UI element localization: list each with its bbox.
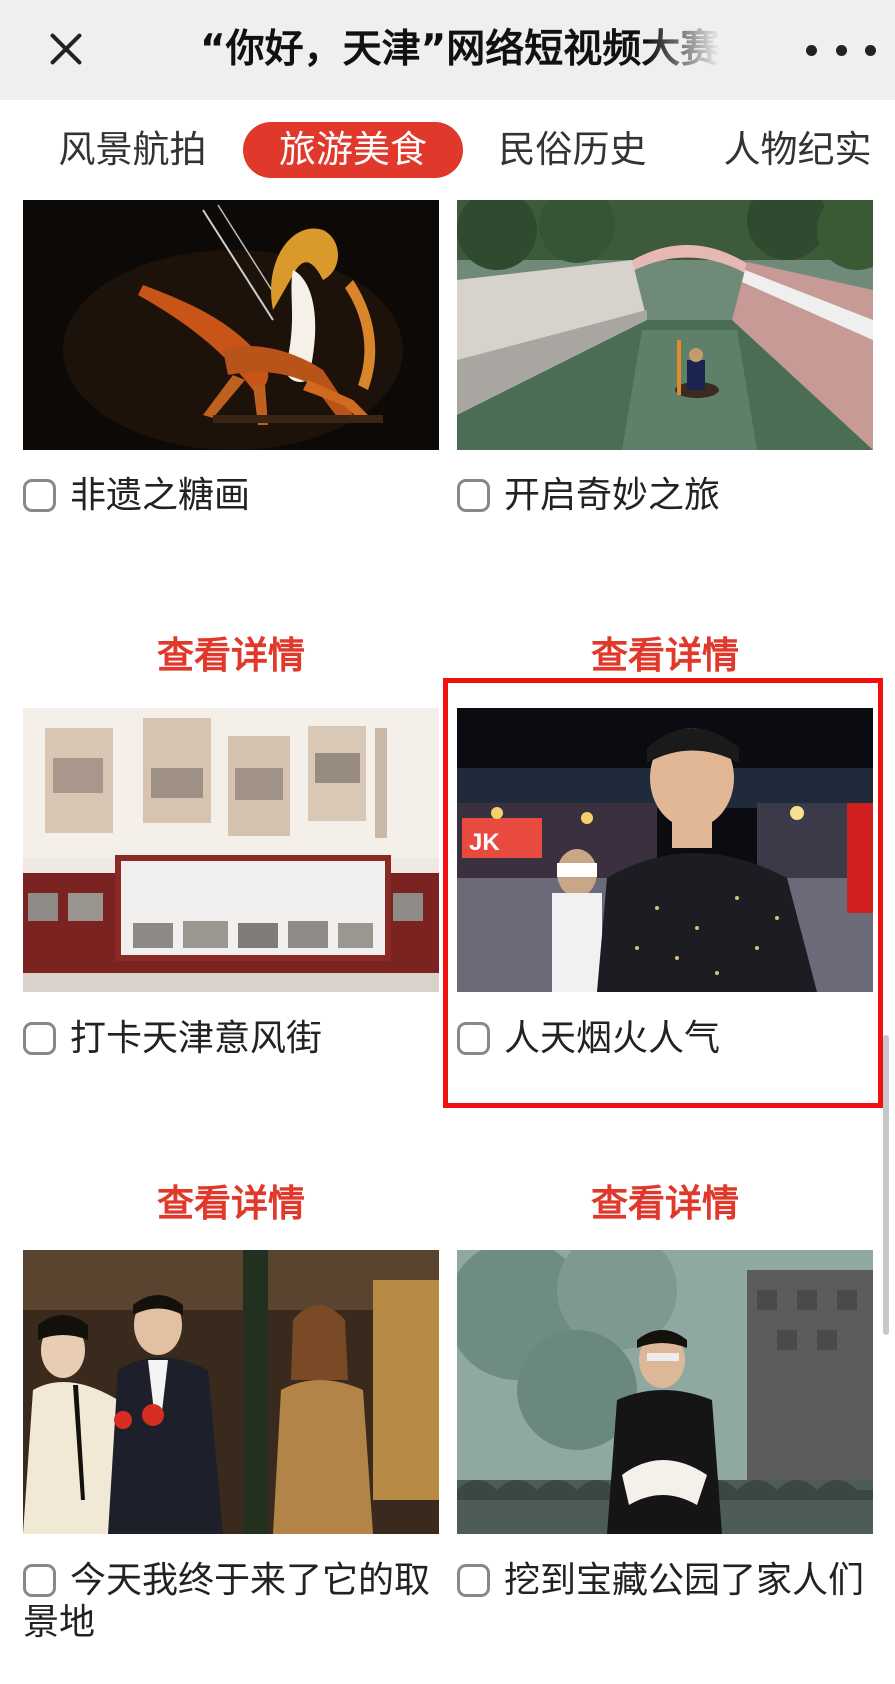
more-dot (806, 44, 817, 56)
video-title: 开启奇妙之旅 (504, 475, 721, 516)
tab-landscape-aerial[interactable]: 风景航拍 (50, 122, 215, 178)
page-title: “你好，天津”网络短视频大赛 (200, 27, 720, 72)
video-title: 人天烟火人气 (504, 1018, 721, 1059)
video-title: 打卡天津意风街 (70, 1018, 323, 1059)
sugar-painting-image (23, 200, 439, 450)
video-select-option[interactable]: 打卡天津意风街 (23, 1018, 463, 1060)
park-image (457, 1250, 873, 1534)
select-checkbox[interactable] (457, 479, 490, 512)
close-icon[interactable] (38, 22, 94, 78)
video-thumbnail[interactable] (23, 200, 439, 450)
view-details-link[interactable]: 查看详情 (23, 625, 439, 679)
video-select-option[interactable]: 挖到宝藏公园了家人们 (457, 1560, 895, 1602)
video-thumbnail[interactable]: JK (457, 708, 873, 992)
view-details-link[interactable]: 查看详情 (457, 1173, 873, 1227)
tab-people-documentary[interactable]: 人物纪实 (715, 122, 880, 178)
video-title: 今天我终于来了它的取景地 (23, 1560, 431, 1643)
tab-travel-food[interactable]: 旅游美食 (243, 122, 463, 178)
view-details-link[interactable]: 查看详情 (23, 1173, 439, 1227)
exhibition-hall-image (23, 708, 439, 992)
video-title: 非遗之糖画 (70, 475, 251, 516)
more-dot (865, 44, 876, 56)
video-thumbnail[interactable] (457, 200, 873, 450)
view-details-link[interactable]: 查看详情 (457, 625, 873, 679)
more-dot (835, 44, 847, 56)
night-market-image: JK (457, 708, 873, 992)
video-thumbnail[interactable] (23, 1250, 439, 1534)
select-checkbox[interactable] (23, 1022, 56, 1055)
more-icon[interactable] (806, 30, 876, 70)
video-select-option[interactable]: 非遗之糖画 (23, 475, 463, 517)
canal-boat-image (457, 200, 873, 450)
select-checkbox[interactable] (457, 1564, 490, 1597)
video-select-option[interactable]: 今天我终于来了它的取景地 (23, 1560, 463, 1644)
video-select-option[interactable]: 人天烟火人气 (457, 1018, 895, 1060)
select-checkbox[interactable] (23, 479, 56, 512)
film-location-image (23, 1250, 439, 1534)
select-checkbox[interactable] (23, 1564, 56, 1597)
video-select-option[interactable]: 开启奇妙之旅 (457, 475, 895, 517)
top-bar: “你好，天津”网络短视频大赛 (0, 0, 895, 100)
market-sign-text: JK (469, 829, 500, 856)
video-thumbnail[interactable] (23, 708, 439, 992)
select-checkbox[interactable] (457, 1022, 490, 1055)
video-thumbnail[interactable] (457, 1250, 873, 1534)
category-tabs: 风景航拍 旅游美食 民俗历史 人物纪实 (0, 100, 895, 200)
scrollbar[interactable] (883, 1035, 889, 1335)
video-title: 挖到宝藏公园了家人们 (504, 1560, 865, 1601)
tab-folk-history[interactable]: 民俗历史 (490, 122, 655, 178)
